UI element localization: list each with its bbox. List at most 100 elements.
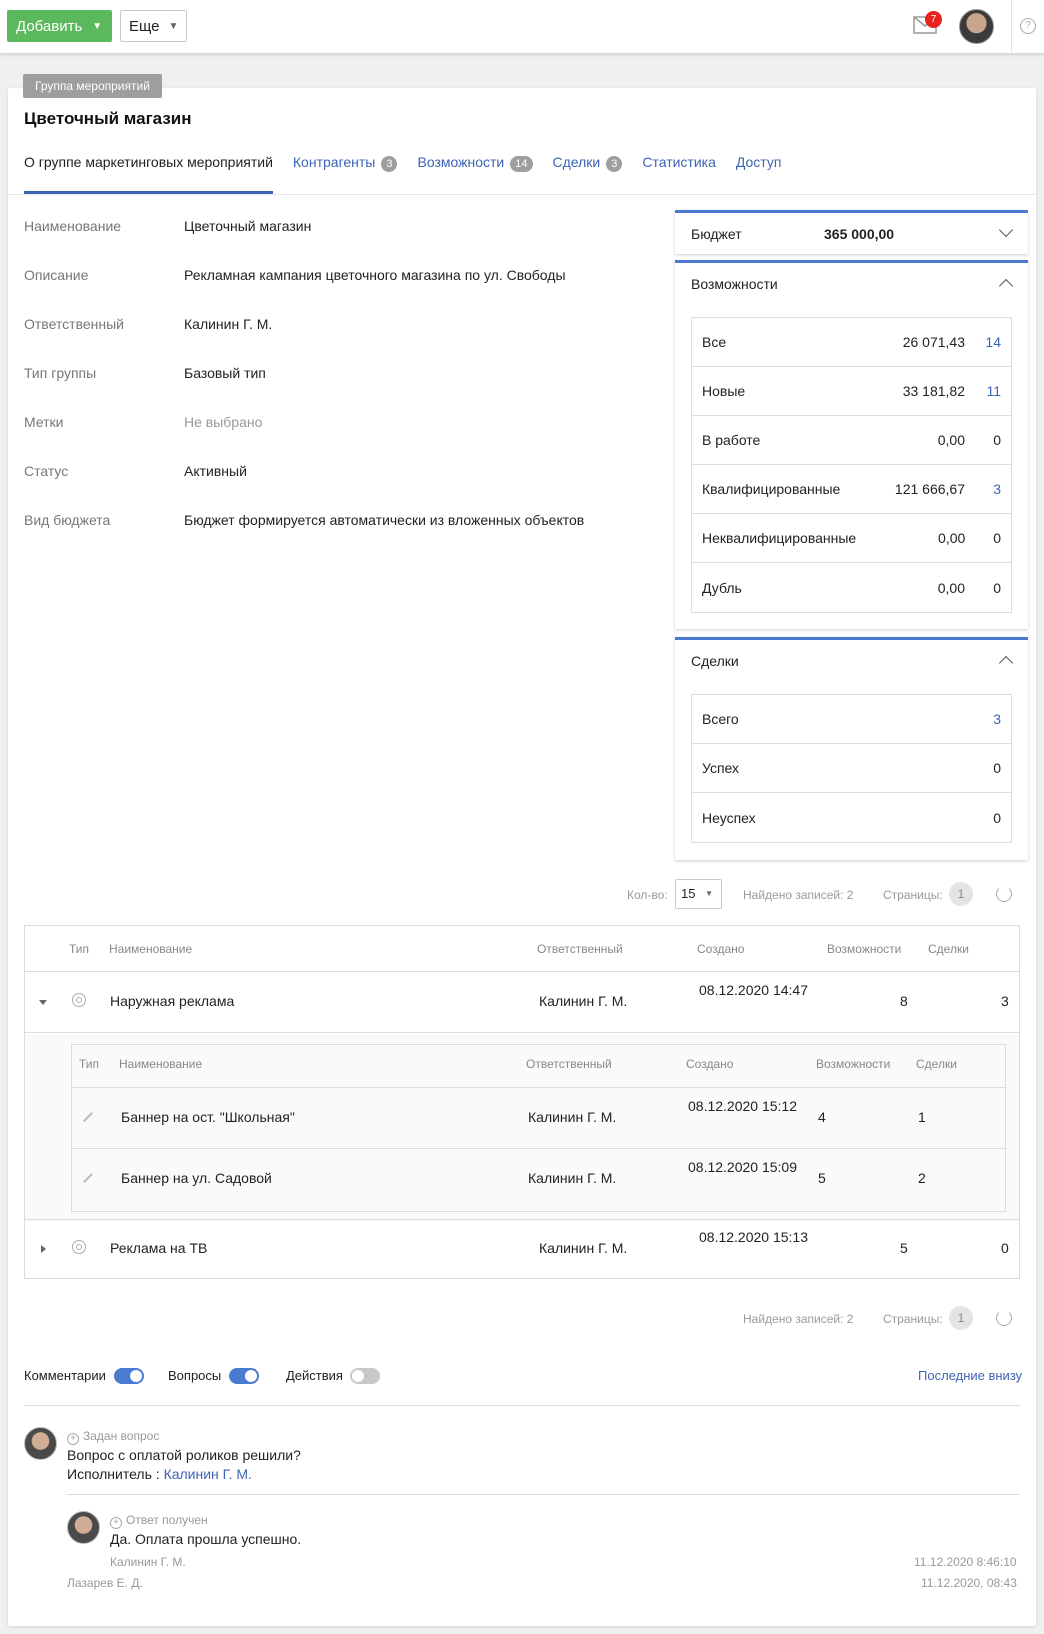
toggle-comments[interactable] (114, 1368, 144, 1384)
sub-col-opportunities[interactable]: Возможности (816, 1057, 890, 1071)
user-avatar[interactable] (959, 9, 994, 44)
detail-value-tags[interactable]: Не выбрано (184, 414, 262, 430)
page-number-bottom[interactable]: 1 (949, 1306, 973, 1330)
divider (1011, 0, 1012, 52)
executor-label: Исполнитель : (67, 1466, 160, 1482)
opportunities-header[interactable]: Возможности (675, 263, 1028, 305)
tab-about[interactable]: О группе маркетинговых мероприятий (24, 154, 273, 194)
table-row-name[interactable]: Реклама на ТВ (110, 1240, 207, 1256)
page-number[interactable]: 1 (949, 882, 973, 906)
sub-row-owner[interactable]: Калинин Г. М. (528, 1109, 616, 1125)
answer-author-avatar[interactable] (67, 1511, 100, 1544)
detail-label-tags: Метки (24, 414, 64, 430)
tab-label: Возможности (417, 154, 505, 170)
sub-row-owner[interactable]: Калинин Г. М. (528, 1170, 616, 1186)
detail-label-budget-type: Вид бюджета (24, 512, 111, 528)
toggle-questions[interactable] (229, 1368, 259, 1384)
sort-order-link[interactable]: Последние внизу (918, 1368, 1022, 1383)
row-count[interactable]: 3 (965, 481, 1001, 497)
table-row-owner[interactable]: Калинин Г. М. (539, 1240, 627, 1256)
col-name[interactable]: Наименование (109, 942, 192, 956)
sub-col-owner[interactable]: Ответственный (526, 1057, 612, 1071)
tab-count-badge: 3 (606, 156, 623, 172)
detail-label-description: Описание (24, 267, 89, 283)
opportunity-row: Все 26 071,43 14 (692, 318, 1011, 367)
more-button-label: Еще (129, 17, 160, 35)
sub-row-name[interactable]: Баннер на ост. "Школьная" (121, 1109, 295, 1125)
toggle-comments-label: Комментарии (24, 1368, 106, 1383)
col-owner[interactable]: Ответственный (537, 942, 623, 956)
opportunity-row: В работе 0,00 0 (692, 416, 1011, 465)
detail-value-group-type[interactable]: Базовый тип (184, 365, 266, 381)
sub-row-created: 08.12.2020 15:12 (688, 1098, 797, 1114)
tabs-divider (8, 194, 1036, 195)
row-value: 0,00 (937, 432, 965, 448)
chevron-up-icon[interactable] (998, 655, 1014, 671)
detail-value-status: Активный (184, 463, 247, 479)
chevron-up-icon[interactable] (998, 278, 1014, 294)
qty-value: 15 (681, 886, 696, 901)
row-count[interactable]: 11 (965, 383, 1001, 399)
table-row-opportunities: 8 (900, 993, 908, 1009)
refresh-icon[interactable] (996, 886, 1012, 902)
table-row-owner[interactable]: Калинин Г. М. (539, 993, 627, 1009)
tab-opportunities[interactable]: Возможности 14 (417, 154, 533, 194)
col-deals[interactable]: Сделки (928, 942, 969, 956)
budget-header[interactable]: Бюджет 365 000,00 (675, 213, 1028, 255)
expand-icon[interactable] (41, 1245, 46, 1253)
col-opportunities[interactable]: Возможности (827, 942, 901, 956)
row-label: Все (702, 334, 727, 350)
row-label: Неквалифицированные (702, 530, 857, 546)
deals-title: Сделки (691, 653, 739, 669)
sub-row-deals: 2 (918, 1170, 926, 1186)
row-count[interactable]: 14 (965, 334, 1001, 350)
refresh-icon[interactable] (996, 1310, 1012, 1326)
help-icon[interactable]: ? (1020, 18, 1036, 34)
toggle-questions-label: Вопросы (168, 1368, 222, 1383)
table-row-created: 08.12.2020 14:47 (699, 982, 808, 998)
comment-divider (67, 1494, 1020, 1495)
answer-type-label: Ответ получен (126, 1513, 208, 1527)
chevron-down-icon[interactable] (998, 222, 1014, 238)
detail-value-owner[interactable]: Калинин Г. М. (184, 316, 272, 332)
chevron-down-icon: ▼ (705, 889, 713, 898)
tab-label: Статистика (642, 154, 716, 170)
tab-deals[interactable]: Сделки 3 (553, 154, 623, 194)
sub-row-name[interactable]: Баннер на ул. Садовой (121, 1170, 272, 1186)
pages-label-bottom: Страницы: (883, 1312, 943, 1326)
sub-col-deals[interactable]: Сделки (916, 1057, 957, 1071)
table-row-created: 08.12.2020 15:13 (699, 1229, 808, 1245)
budget-value: 365 000,00 (824, 226, 895, 242)
deals-table: Всего 3 Успех 0 Неуспех 0 (691, 694, 1012, 843)
tab-contractors[interactable]: Контрагенты 3 (293, 154, 398, 194)
row-label: Всего (702, 711, 739, 727)
sub-col-created[interactable]: Создано (686, 1057, 733, 1071)
add-button-label: Добавить (16, 17, 83, 35)
qty-select[interactable]: 15 ▼ (675, 879, 722, 909)
row-count[interactable]: 3 (965, 711, 1001, 727)
more-button[interactable]: Еще ▼ (120, 10, 187, 42)
deals-header[interactable]: Сделки (675, 640, 1028, 682)
table-row-opportunities: 5 (900, 1240, 908, 1256)
tab-access[interactable]: Доступ (736, 154, 782, 194)
row-value: 0,00 (937, 579, 965, 596)
sub-row-deals: 1 (918, 1109, 926, 1125)
col-created[interactable]: Создано (697, 942, 744, 956)
collapse-icon[interactable] (39, 1000, 47, 1005)
detail-label-status: Статус (24, 463, 69, 479)
question-author-avatar[interactable] (24, 1427, 57, 1460)
toggle-actions-label: Действия (286, 1368, 343, 1383)
executor-link[interactable]: Калинин Г. М. (164, 1466, 252, 1482)
deal-row: Неуспех 0 (692, 793, 1011, 842)
add-button[interactable]: Добавить ▼ (7, 10, 112, 42)
sub-col-name[interactable]: Наименование (119, 1057, 202, 1071)
question-date: 11.12.2020, 08:43 (921, 1576, 1017, 1590)
deal-row: Всего 3 (692, 695, 1011, 744)
question-executor: Исполнитель : Калинин Г. М. (67, 1466, 252, 1482)
tab-statistics[interactable]: Статистика (642, 154, 716, 194)
budget-panel: Бюджет 365 000,00 (675, 210, 1028, 254)
tab-count-badge: 3 (381, 156, 398, 172)
table-row-name[interactable]: Наружная реклама (110, 993, 234, 1009)
tabs: О группе маркетинговых мероприятий Контр… (24, 154, 801, 194)
toggle-actions[interactable] (350, 1368, 380, 1384)
